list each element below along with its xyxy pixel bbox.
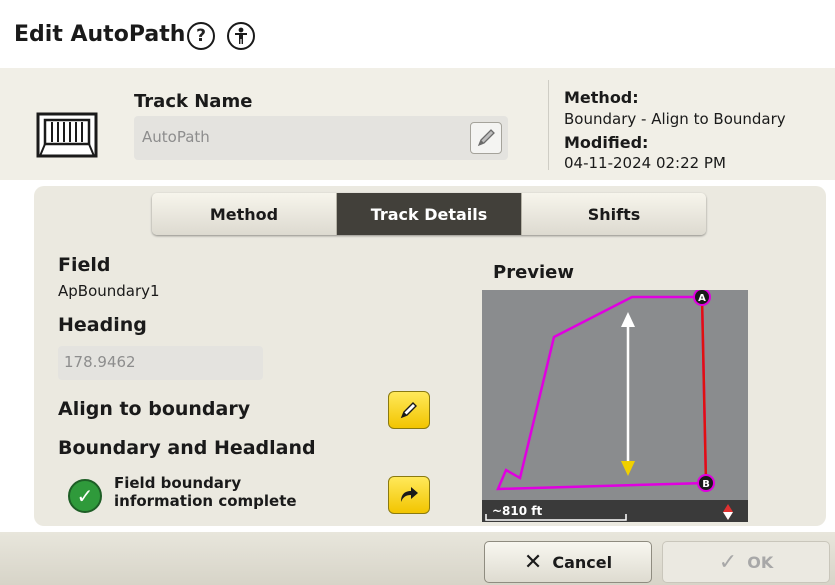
heading-field: 178.9462 <box>58 346 263 380</box>
page-title: Edit AutoPath <box>14 22 186 47</box>
track-name-label: Track Name <box>134 91 253 112</box>
method-label: Method: <box>564 88 639 107</box>
scale-label: ~810 ft <box>492 504 543 518</box>
heading-label: Heading <box>58 314 147 336</box>
divider <box>548 80 549 170</box>
ok-button[interactable]: ✓ OK <box>662 541 830 583</box>
modified-value: 04-11-2024 02:22 PM <box>564 154 726 172</box>
checkmark-icon: ✓ <box>718 549 738 575</box>
track-line <box>700 296 708 484</box>
field-value: ApBoundary1 <box>58 282 160 300</box>
info-icon[interactable] <box>227 22 255 50</box>
svg-text:B: B <box>702 479 710 490</box>
field-boundary <box>496 295 708 491</box>
close-icon: ✕ <box>523 549 543 575</box>
header: Edit AutoPath ? <box>0 0 835 68</box>
checkmark-icon: ✓ <box>68 479 102 513</box>
boundary-status-text: Field boundary information complete <box>114 474 297 510</box>
align-to-boundary-label: Align to boundary <box>58 398 251 420</box>
tab-method[interactable]: Method <box>152 193 337 235</box>
autopath-track-icon <box>36 110 100 164</box>
preview-map[interactable]: A B ~810 ft <box>482 288 748 522</box>
field-label: Field <box>58 254 111 276</box>
cancel-button[interactable]: ✕ Cancel <box>484 541 652 583</box>
boundary-headland-label: Boundary and Headland <box>58 437 316 459</box>
method-value: Boundary - Align to Boundary <box>564 110 786 128</box>
preview-title: Preview <box>493 262 575 283</box>
modified-label: Modified: <box>564 133 649 152</box>
track-name-field[interactable]: AutoPath <box>134 116 508 160</box>
pencil-icon <box>400 402 417 419</box>
svg-text:A: A <box>698 293 706 304</box>
tab-shifts[interactable]: Shifts <box>522 193 706 235</box>
tab-bar: Method Track Details Shifts <box>152 193 706 235</box>
pencil-icon <box>477 129 495 147</box>
goto-boundary-button[interactable] <box>388 476 430 514</box>
tab-track-details[interactable]: Track Details <box>337 193 522 235</box>
edit-name-button[interactable] <box>470 122 502 154</box>
edit-align-button[interactable] <box>388 391 430 429</box>
help-icon[interactable]: ? <box>187 22 215 50</box>
arrow-forward-icon <box>401 487 418 502</box>
